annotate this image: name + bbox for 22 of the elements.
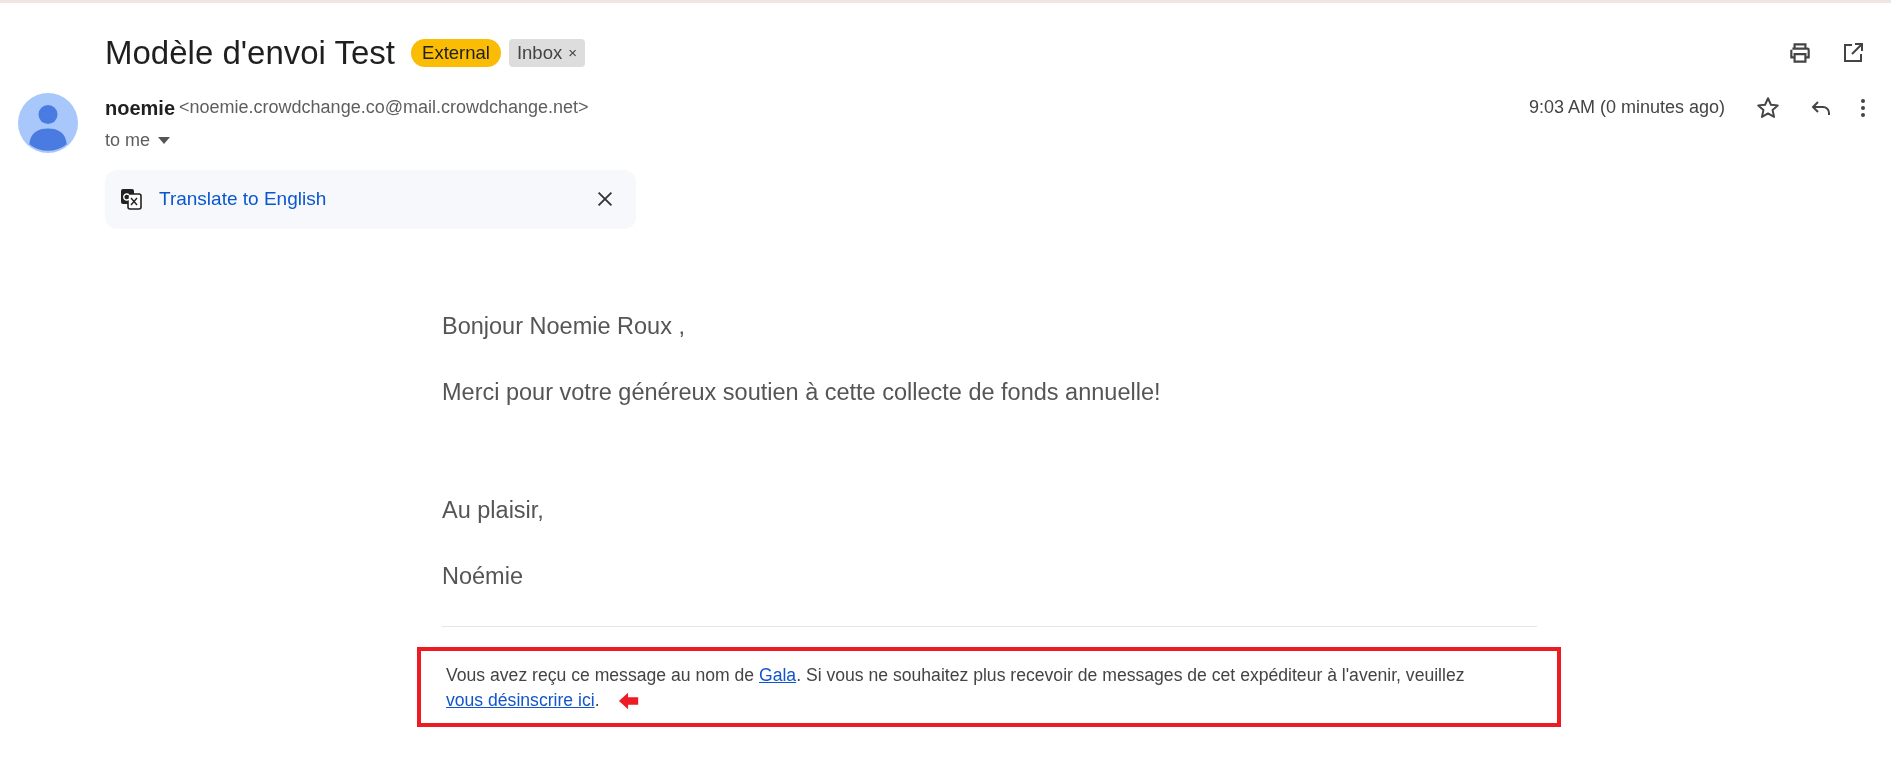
remove-label-button[interactable]: × <box>568 43 577 62</box>
timestamp: 9:03 AM (0 minutes ago) <box>1528 96 1725 120</box>
body-paragraph: Bonjour Noemie Roux , <box>442 311 686 341</box>
translate-icon <box>119 187 143 212</box>
open-external-icon <box>1841 40 1865 65</box>
recipient-dropdown[interactable]: to me <box>105 126 171 154</box>
body-paragraph: Au plaisir, <box>442 496 545 526</box>
caret-icon <box>158 136 171 144</box>
body-paragraph: Noémie <box>442 562 524 592</box>
footer-link[interactable]: Gala <box>758 664 797 685</box>
translate-link[interactable]: Translate to English <box>159 184 327 214</box>
sender-name: noemie <box>105 95 176 121</box>
sender-email: <noemie.crowdchange.co@mail.crowdchange.net> <box>179 96 589 120</box>
label-chip: External <box>411 38 501 67</box>
label-chip: Inbox × <box>508 38 585 67</box>
unsubscribe-notice: Vous avez reçu ce message au nom de Gala. Si vous ne souhaitez plus recevoir de messages de cet expéditeur à l'avenir, veuillez vous désinscrire ici. <box>446 663 1466 714</box>
star-icon <box>1755 94 1781 121</box>
more-icon <box>1861 98 1865 117</box>
body-paragraph: Merci pour votre généreux soutien à cette collecte de fonds annuelle! <box>442 377 1162 407</box>
avatar-icon <box>18 92 78 153</box>
footer-link[interactable]: vous désinscrire ici <box>446 690 595 711</box>
email-subject: Modèle d'envoi Test <box>105 33 396 73</box>
